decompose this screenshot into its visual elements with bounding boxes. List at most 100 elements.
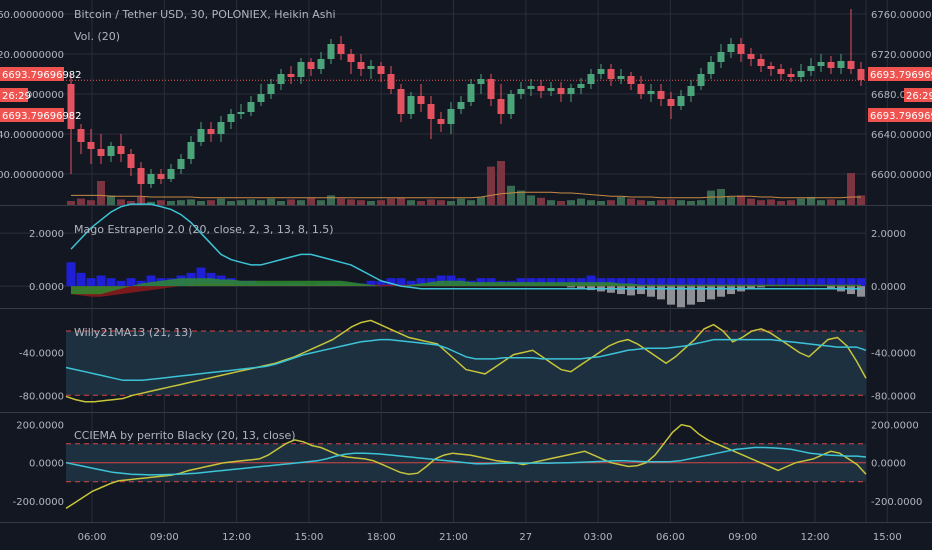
candle-body xyxy=(467,84,475,102)
volume-bar xyxy=(677,200,685,205)
volume-bar xyxy=(447,201,455,205)
candle-body xyxy=(657,91,665,99)
volume-bar xyxy=(697,200,705,205)
time-axis-label: 06:00 xyxy=(656,532,685,543)
price-label-right-current: 6693.79696982 xyxy=(868,67,932,81)
candle-body xyxy=(227,114,235,122)
countdown-label-right: 26:29 xyxy=(904,88,932,102)
volume-bar xyxy=(657,200,665,205)
candle-body xyxy=(407,96,415,114)
price-tick-left: 6760.00000000 xyxy=(0,10,64,21)
volume-bar xyxy=(467,200,475,205)
time-axis-label: 06:00 xyxy=(78,532,107,543)
volume-bar xyxy=(327,195,335,205)
time-axis-label: 21:00 xyxy=(439,532,468,543)
candle-body xyxy=(247,102,255,112)
mago-gray-bar xyxy=(627,286,635,296)
candle-body xyxy=(387,74,395,89)
candle-body xyxy=(167,169,175,179)
countdown-left: 26:29 xyxy=(2,91,31,102)
volume-bar xyxy=(97,181,105,205)
volume-bar xyxy=(617,197,625,205)
candle-body xyxy=(157,174,165,179)
cci-tick-left: 200.0000 xyxy=(16,421,64,432)
candle-body xyxy=(747,54,755,59)
volume-bar xyxy=(787,200,795,205)
volume-bar xyxy=(767,199,775,205)
volume-bar xyxy=(747,198,755,205)
mago-blue-bar xyxy=(86,278,96,287)
candle-body xyxy=(447,109,455,124)
volume-bar xyxy=(667,199,675,205)
candle-body xyxy=(287,74,295,77)
price-tick-right: 6760.00000000 xyxy=(871,10,932,21)
chart-canvas[interactable]: 06:00 09:00 12:00 15:00 18:00 21:00 27 03:00 06:… xyxy=(0,0,932,550)
volume-bar xyxy=(437,200,445,205)
candle-body xyxy=(97,149,105,156)
candle-body xyxy=(457,102,465,109)
candle-body xyxy=(337,44,345,54)
candle-body xyxy=(487,79,495,99)
volume-bar xyxy=(287,199,295,205)
volume-bar xyxy=(507,185,515,205)
candle-body xyxy=(207,129,215,134)
mago-gray-bar xyxy=(757,286,765,288)
time-axis-label: 15:00 xyxy=(873,532,902,543)
cci-tick-right: 200.0000 xyxy=(871,421,919,432)
volume-bar xyxy=(707,190,715,205)
mago-gray-bar xyxy=(567,286,575,288)
volume-bar xyxy=(387,198,395,205)
mago-gray-bar xyxy=(727,286,735,295)
volume-bar xyxy=(727,197,735,205)
mago-blue-bar xyxy=(116,280,126,287)
candle-body xyxy=(497,99,505,114)
candle-body xyxy=(557,88,565,94)
candle-body xyxy=(567,88,575,94)
volume-bar xyxy=(777,201,785,205)
volume-bar xyxy=(567,200,575,205)
mago-blue-bar xyxy=(106,278,116,287)
candle-body xyxy=(177,159,185,169)
volume-bar xyxy=(117,199,125,205)
volume-bar xyxy=(527,195,535,205)
candle-body xyxy=(797,71,805,77)
candle-body xyxy=(637,84,645,94)
candle-body xyxy=(667,99,675,106)
candle-body xyxy=(547,88,555,91)
volume-bar xyxy=(827,199,835,205)
cci-tick-right: -200.0000 xyxy=(871,497,922,508)
volume-bar xyxy=(187,199,195,205)
price-label-right-marker: 6693.79696982 xyxy=(868,108,932,122)
candle-body xyxy=(147,174,155,184)
candle-body xyxy=(607,69,615,79)
candle-body xyxy=(307,62,315,69)
price-tick-right: 6640.00000000 xyxy=(871,130,932,141)
mago-gray-bar xyxy=(617,286,625,295)
candle-body xyxy=(297,62,305,77)
current-price-left: 6693.79696982 xyxy=(2,70,82,81)
volume-bar xyxy=(197,201,205,205)
willy-title: Willy21MA13 (21, 13) xyxy=(74,326,192,339)
candle-body xyxy=(857,69,865,80)
volume-bar xyxy=(87,200,95,205)
volume-bar xyxy=(817,200,825,205)
candle-body xyxy=(677,96,685,106)
willy-tick-right: -80.0000 xyxy=(871,391,916,402)
volume-bar xyxy=(557,201,565,205)
candle-body xyxy=(807,66,815,71)
candle-body xyxy=(357,62,365,69)
mago-blue-bar xyxy=(126,278,136,287)
volume-bar xyxy=(317,200,325,205)
candle-body xyxy=(327,44,335,59)
price-label-left-current: 6693.79696982 xyxy=(0,67,82,81)
candle-body xyxy=(707,62,715,74)
volume-bar xyxy=(267,198,275,205)
candle-body xyxy=(627,76,635,84)
candle-body xyxy=(377,66,385,74)
time-axis-label: 09:00 xyxy=(150,532,179,543)
candle-body xyxy=(577,84,585,88)
candle-body xyxy=(187,142,195,159)
volume-bar xyxy=(537,197,545,205)
time-axis-label: 18:00 xyxy=(367,532,396,543)
candle-body xyxy=(527,86,535,89)
